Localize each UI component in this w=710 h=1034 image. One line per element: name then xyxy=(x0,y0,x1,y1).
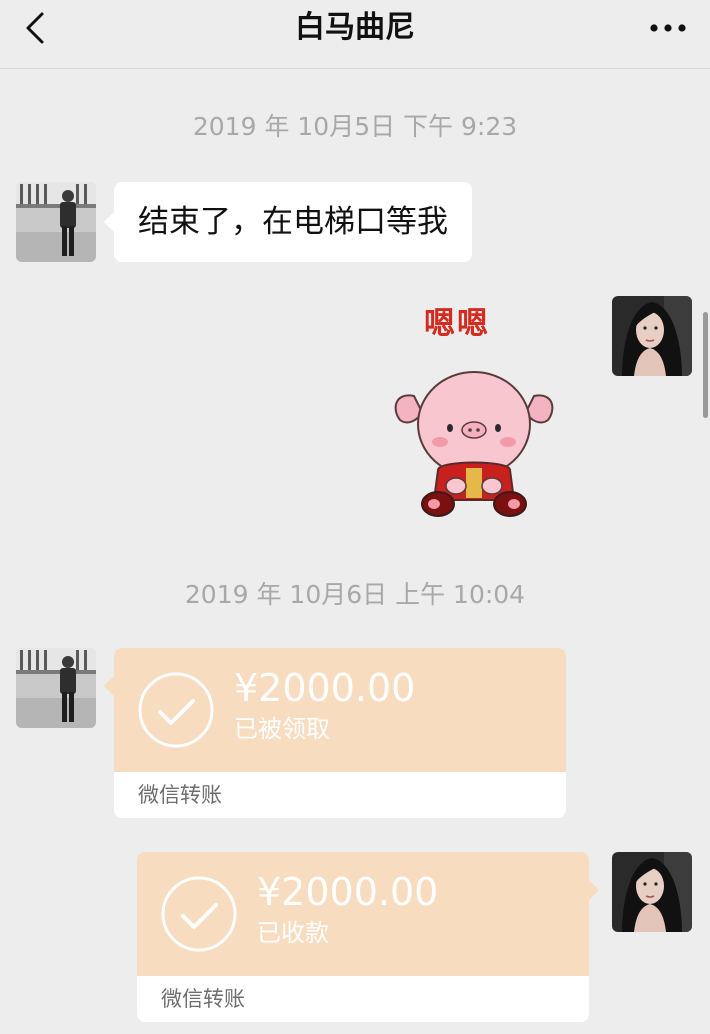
my-avatar-icon xyxy=(612,852,692,932)
contact-avatar-icon xyxy=(16,182,96,262)
transfer-status: 已收款 xyxy=(257,919,329,947)
check-circle-icon xyxy=(138,672,214,748)
pig-sticker[interactable]: 嗯嗯 xyxy=(388,300,560,520)
more-dots-icon xyxy=(650,24,686,32)
transfer-status: 已被领取 xyxy=(234,715,330,743)
contact-avatar[interactable] xyxy=(16,648,96,728)
my-avatar-icon xyxy=(612,296,692,376)
my-avatar[interactable] xyxy=(612,296,692,376)
message-bubble-text[interactable]: 结束了，在电梯口等我 xyxy=(104,182,472,262)
sticker-caption: 嗯嗯 xyxy=(424,306,490,342)
contact-avatar-icon xyxy=(16,648,96,728)
message-timestamp: 2019 年 10月6日 上午 10:04 xyxy=(184,580,526,609)
bubble-tail xyxy=(589,880,599,900)
scrollbar[interactable] xyxy=(703,312,708,418)
transfer-card-header: ¥2000.00 已收款 xyxy=(137,852,589,976)
check-circle-icon xyxy=(161,876,237,952)
transfer-label: 微信转账 xyxy=(138,783,222,807)
transfer-card-header: ¥2000.00 已被领取 xyxy=(114,648,566,772)
transfer-amount: ¥2000.00 xyxy=(257,870,439,914)
chat-title: 白马曲尼 xyxy=(295,10,415,45)
bubble-tail xyxy=(104,676,114,696)
message-timestamp: 2019 年 10月5日 下午 9:23 xyxy=(192,112,518,141)
my-avatar[interactable] xyxy=(612,852,692,932)
transfer-amount: ¥2000.00 xyxy=(234,666,416,710)
transfer-label: 微信转账 xyxy=(161,987,245,1011)
transfer-card[interactable]: ¥2000.00 已被领取 微信转账 xyxy=(114,648,566,818)
transfer-card[interactable]: ¥2000.00 已收款 微信转账 xyxy=(137,852,589,1022)
contact-avatar[interactable] xyxy=(16,182,96,262)
nav-bar: 白马曲尼 xyxy=(0,0,710,69)
more-button[interactable] xyxy=(646,16,690,40)
